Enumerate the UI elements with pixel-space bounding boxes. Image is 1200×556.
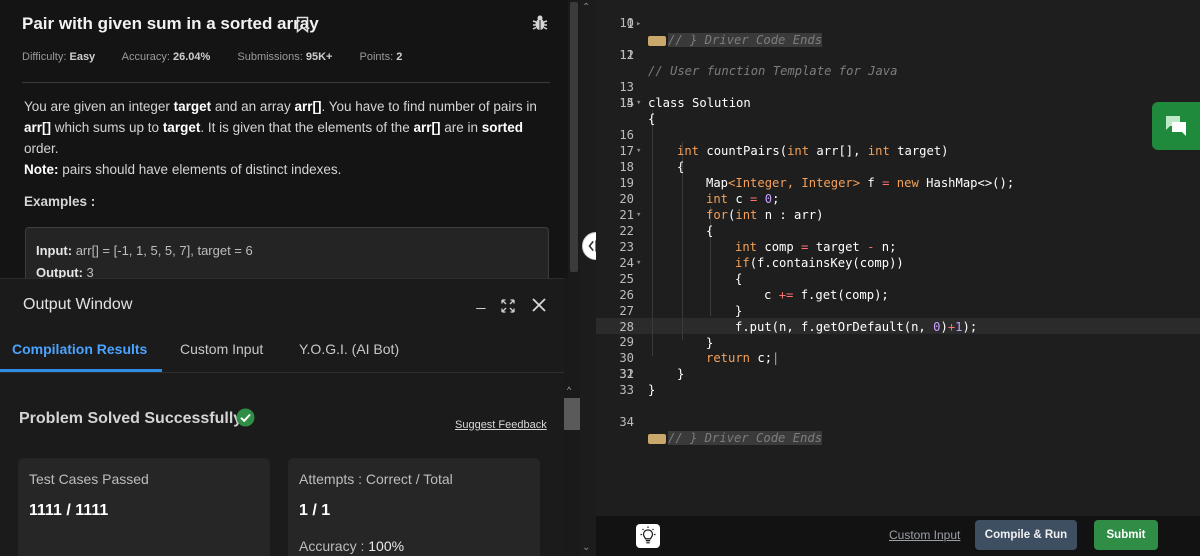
attempts-label: Attempts : Correct / Total [299,471,453,487]
bug-icon[interactable] [531,14,549,32]
bookmark-icon[interactable] [296,16,309,33]
code-line: 30 } [619,351,685,381]
code-line: 22 int comp = target - n; [619,224,897,254]
test-cases-label: Test Cases Passed [29,471,149,487]
note-text: pairs should have elements of distinct i… [58,162,342,177]
output-window-title: Output Window [23,296,133,313]
example-box: Input: arr[] = [-1, 1, 5, 5, 7], target … [25,227,549,278]
code-line: 25 c += f.get(comp); [619,272,889,302]
lightbulb-icon[interactable] [636,524,660,548]
problem-statement: Pair with given sum in a sorted array Di… [0,0,568,278]
submit-button[interactable]: Submit [1094,520,1158,550]
examples-heading: Examples : [24,194,96,209]
code-line: 26 } [619,288,743,318]
note-label: Note: [24,162,59,177]
difficulty: Difficulty: Easy [22,51,96,63]
problem-scrollbar[interactable] [568,0,580,278]
code-line: 31 } [619,367,656,397]
code-line: 11 // User function Template for Java [619,48,898,78]
minimize-icon[interactable]: _ [472,293,490,311]
tab-yogi-ai-bot[interactable]: Y.O.G.I. (AI Bot) [299,341,399,357]
code-line: 10 [619,16,634,30]
chevron-up-icon[interactable]: ⌃ [582,2,590,13]
attempts-value: 1 / 1 [299,502,331,519]
code-line: 1 ▸ // } Driver Code Ends [626,17,823,47]
code-line: 16 int countPairs(int arr[], int target) [619,128,949,158]
suggest-feedback-link[interactable]: Suggest Feedback [455,419,547,431]
close-icon[interactable] [530,296,548,314]
check-circle-icon [236,408,255,427]
code-line: 12 [619,48,634,62]
accuracy: Accuracy: 26.04% [121,51,211,63]
code-line: 33 [619,383,634,397]
chevron-down-icon[interactable]: ⌄ [582,542,590,553]
attempts-card: Attempts : Correct / Total 1 / 1 Accurac… [288,458,540,556]
code-line: 24 ▾ { [619,256,743,286]
custom-input-link[interactable]: Custom Input [889,528,960,542]
code-line: 34 // } Driver Code Ends [619,415,823,445]
code-editor[interactable]: 1 ▸ // } Driver Code Ends 10 11 // User f… [596,0,1200,516]
result-title: Problem Solved Successfully [19,410,243,427]
code-line: 27 f.put(n, f.getOrDefault(n, 0)+1); [619,304,978,334]
problem-title: Pair with given sum in a sorted array [22,14,319,33]
code-line: 32 [619,367,634,381]
tab-custom-input[interactable]: Custom Input [180,341,263,357]
output-scrollbar[interactable]: ^ [564,278,580,556]
scroll-up-icon[interactable]: ^ [567,385,577,395]
code-line: 28 } [619,320,714,350]
divider-line [22,82,550,83]
app-root: Pair with given sum in a sorted array Di… [0,0,1200,556]
left-panel: Pair with given sum in a sorted array Di… [0,0,580,556]
code-line: 13 class Solution [619,80,751,110]
output-tabs: Compilation Results Custom Input Y.O.G.I… [0,331,564,372]
tabs-divider [0,372,564,373]
code-line: 17 ▾ { [619,144,685,174]
code-line: 19 int c = 0; [619,176,780,206]
code-line: 18 Map<Integer, Integer> f = new HashMap… [619,160,1015,190]
output-window: Output Window _ Compilation Results Cust… [0,278,564,556]
expand-icon[interactable] [500,298,516,314]
submissions: Submissions: 95K+ [237,51,333,63]
accuracy-readout: Accuracy : 100% [299,538,405,554]
test-cases-card: Test Cases Passed 1111 / 1111 [18,458,270,556]
scrollbar-thumb[interactable] [564,398,580,430]
problem-meta: Difficulty: Easy Accuracy: 26.04% Submis… [22,51,426,63]
problem-description: You are given an integer target and an a… [24,99,537,177]
editor-bottom-bar: Custom Input Compile & Run Submit [596,516,1200,556]
code-line: 14 ▾ { [619,96,656,126]
code-line: 29 return c;| [619,335,780,365]
panel-divider[interactable]: ⌃ ⌄ [580,0,596,556]
points: Points: 2 [359,51,403,63]
code-line: 20 for(int n : arr) [619,192,824,222]
code-line: 21 ▾ { [619,208,714,238]
compile-run-button[interactable]: Compile & Run [975,520,1077,550]
chat-icon[interactable] [1152,102,1200,150]
tab-compilation-results[interactable]: Compilation Results [12,341,147,357]
test-cases-value: 1111 / 1111 [29,502,109,519]
code-line: 23 if(f.containsKey(comp)) [619,240,904,270]
code-line: 15 [619,96,634,110]
